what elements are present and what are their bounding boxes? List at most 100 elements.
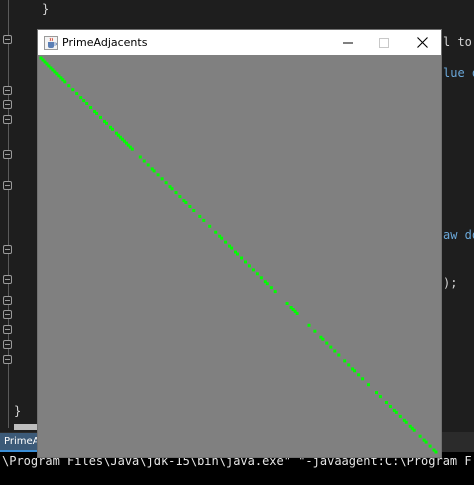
close-button[interactable] — [404, 30, 440, 55]
maximize-button[interactable] — [366, 30, 402, 55]
data-point — [184, 201, 188, 204]
data-point — [313, 329, 317, 333]
fold-toggle-icon[interactable] — [3, 150, 12, 159]
data-point — [357, 373, 361, 377]
fold-toggle-icon[interactable] — [3, 275, 12, 284]
data-point — [82, 99, 86, 103]
data-point — [388, 405, 392, 408]
data-point — [333, 349, 337, 353]
data-point — [434, 450, 438, 454]
run-tab[interactable]: PrimeAdjacen — [0, 433, 42, 450]
fold-toggle-icon[interactable] — [3, 115, 12, 124]
data-point — [198, 214, 202, 218]
data-point — [71, 88, 75, 92]
data-point — [214, 230, 218, 234]
data-point — [240, 256, 243, 260]
data-point — [202, 218, 206, 222]
window-title: PrimeAdjacents — [62, 36, 148, 49]
maximize-icon — [379, 37, 389, 48]
data-point — [378, 395, 382, 399]
data-point — [105, 121, 108, 125]
data-point — [251, 268, 255, 272]
data-point — [95, 111, 99, 115]
data-point — [85, 102, 89, 105]
data-point — [230, 246, 234, 250]
data-point — [329, 345, 333, 349]
data-point — [152, 169, 156, 173]
code-fragment: l to — [443, 35, 472, 49]
data-point — [265, 282, 269, 286]
fold-toggle-icon[interactable] — [3, 86, 12, 95]
data-point — [111, 127, 114, 131]
data-point — [156, 173, 160, 177]
data-point — [63, 80, 67, 84]
data-point — [178, 195, 182, 199]
data-point — [99, 115, 102, 119]
data-point — [375, 391, 378, 395]
data-point — [285, 302, 289, 305]
data-point — [353, 369, 357, 373]
fold-toggle-icon[interactable] — [3, 100, 12, 109]
data-point — [255, 272, 259, 276]
data-point — [220, 236, 224, 240]
fold-toggle-icon[interactable] — [3, 340, 12, 349]
data-point — [236, 252, 239, 256]
data-point — [321, 337, 325, 341]
fold-toggle-icon[interactable] — [3, 355, 12, 364]
minimize-button[interactable] — [330, 30, 366, 55]
data-point — [224, 240, 228, 244]
data-point — [347, 363, 351, 367]
data-point — [79, 96, 83, 100]
data-point — [307, 323, 311, 327]
data-point — [343, 359, 347, 363]
fold-toggle-icon[interactable] — [3, 245, 12, 254]
data-point — [361, 377, 365, 381]
code-fragment: lue o — [443, 66, 474, 80]
code-fragment: } — [14, 404, 22, 418]
data-point — [404, 420, 408, 424]
horizontal-scrollbar[interactable] — [14, 424, 38, 430]
data-point — [418, 434, 422, 438]
fold-toggle-icon[interactable] — [3, 296, 12, 305]
window-titlebar[interactable]: PrimeAdjacents — [38, 30, 441, 55]
data-point — [146, 163, 150, 167]
fold-toggle-icon[interactable] — [3, 310, 12, 319]
data-point — [244, 260, 247, 264]
data-point — [273, 290, 277, 294]
code-fragment: } — [42, 2, 50, 16]
data-point — [130, 147, 134, 151]
java-cup-icon — [44, 35, 58, 50]
app-window: PrimeAdjacents — [38, 30, 441, 457]
data-point — [412, 428, 416, 432]
data-point — [67, 84, 71, 88]
data-point — [188, 205, 192, 208]
data-point — [160, 177, 164, 181]
close-icon — [416, 37, 428, 48]
data-point — [138, 155, 142, 159]
data-point — [89, 106, 93, 109]
data-point — [164, 181, 168, 185]
data-point — [367, 383, 370, 387]
data-point — [295, 311, 299, 315]
fold-toggle-icon[interactable] — [3, 181, 12, 190]
data-point — [247, 264, 251, 268]
data-point — [192, 209, 196, 212]
drawing-canvas — [38, 55, 441, 457]
data-point — [337, 353, 341, 357]
data-point — [259, 276, 263, 280]
data-point — [208, 224, 212, 228]
code-fragment: aw do — [443, 228, 474, 242]
data-point — [269, 286, 273, 290]
data-point — [394, 410, 398, 414]
fold-toggle-icon[interactable] — [3, 325, 12, 334]
data-point — [424, 440, 428, 444]
minimize-icon — [343, 38, 353, 48]
data-point — [325, 341, 329, 345]
data-point — [142, 159, 146, 163]
data-point — [428, 444, 432, 448]
fold-toggle-icon[interactable] — [3, 35, 12, 44]
data-point — [174, 191, 178, 195]
data-point — [398, 414, 402, 418]
prime-adjacents-plot — [39, 56, 438, 454]
data-point — [384, 401, 388, 404]
